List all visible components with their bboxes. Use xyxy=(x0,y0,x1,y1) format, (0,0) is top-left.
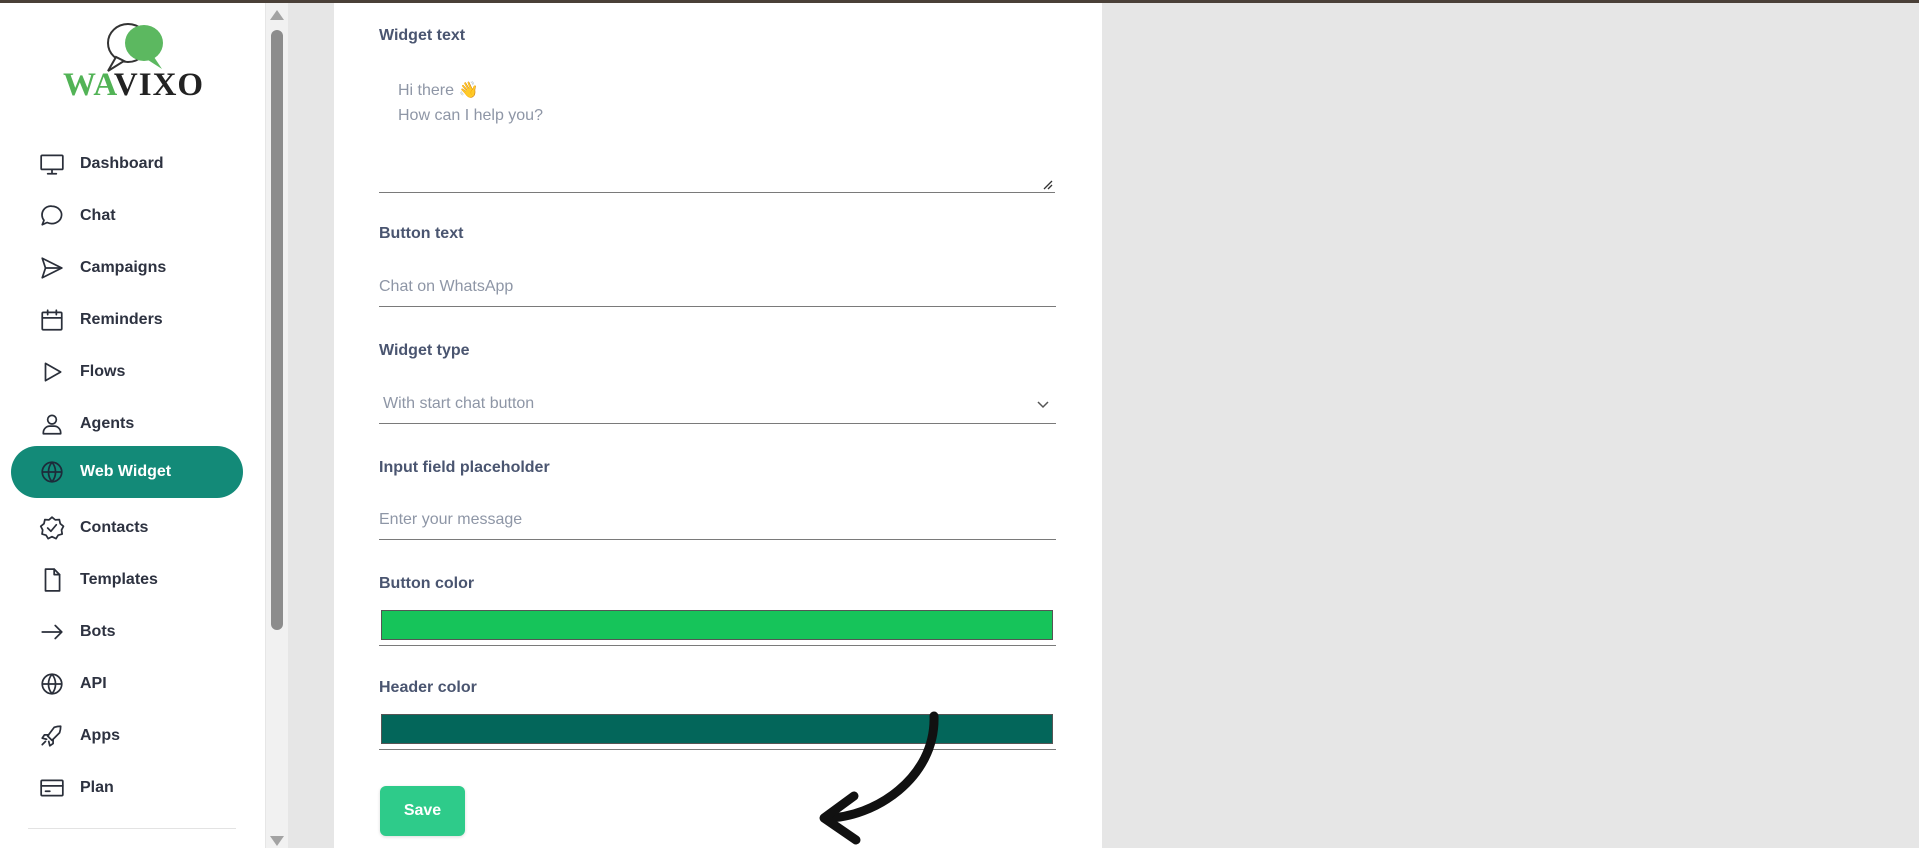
widget-text-textarea[interactable]: Hi there 👋 How can I help you? xyxy=(379,60,1055,193)
sidebar-item-label: Contacts xyxy=(80,519,149,536)
sidebar-item-flows[interactable]: Flows xyxy=(11,346,243,398)
sidebar-item-chat[interactable]: Chat xyxy=(11,190,243,242)
widget-text-line-1: Hi there 👋 xyxy=(398,82,479,99)
content-background xyxy=(288,3,334,848)
input-placeholder-input[interactable]: Enter your message xyxy=(379,500,1056,540)
badge-check-icon xyxy=(38,514,66,542)
sidebar-item-label: API xyxy=(80,675,107,692)
widget-settings-panel: Widget text Hi there 👋 How can I help yo… xyxy=(334,3,1102,848)
sidebar-item-web-widget[interactable]: Web Widget xyxy=(11,446,243,498)
sidebar-item-label: Web Widget xyxy=(80,463,172,480)
widget-type-select[interactable]: With start chat button xyxy=(379,384,1056,424)
sidebar-divider xyxy=(28,828,236,829)
widget-type-label: Widget type xyxy=(379,342,470,359)
sidebar-item-label: Agents xyxy=(80,415,135,432)
button-text-input[interactable]: Chat on WhatsApp xyxy=(379,267,1056,307)
sidebar-item-bots[interactable]: Bots xyxy=(11,606,243,658)
play-icon xyxy=(38,358,66,386)
sidebar-item-label: Templates xyxy=(80,571,158,588)
sidebar-item-contacts[interactable]: Contacts xyxy=(11,502,243,554)
chevron-down-icon xyxy=(1037,401,1049,409)
sidebar-item-templates[interactable]: Templates xyxy=(11,554,243,606)
sidebar-item-dashboard[interactable]: Dashboard xyxy=(11,138,243,190)
file-icon xyxy=(38,566,66,594)
brand-wordmark: WAVIXO xyxy=(63,67,205,103)
input-placeholder-label: Input field placeholder xyxy=(379,459,550,476)
button-color-picker[interactable] xyxy=(379,608,1056,646)
save-button[interactable]: Save xyxy=(380,786,465,836)
send-icon xyxy=(38,254,66,282)
globe-icon xyxy=(38,670,66,698)
sidebar-item-plan[interactable]: Plan xyxy=(11,762,243,814)
sidebar-item-api[interactable]: API xyxy=(11,658,243,710)
sidebar: WAVIXO Dashboard Chat Campaigns Reminder… xyxy=(0,3,265,848)
button-color-label: Button color xyxy=(379,575,475,592)
sidebar-item-apps[interactable]: Apps xyxy=(11,710,243,762)
sidebar-item-label: Dashboard xyxy=(80,155,164,172)
widget-type-selected-value: With start chat button xyxy=(383,394,535,412)
credit-card-icon xyxy=(38,774,66,802)
sidebar-item-reminders[interactable]: Reminders xyxy=(11,294,243,346)
scroll-down-arrow-icon[interactable] xyxy=(270,836,284,846)
logo: WAVIXO xyxy=(60,21,210,105)
resize-handle-icon[interactable] xyxy=(1041,178,1053,190)
sidebar-item-label: Plan xyxy=(80,779,114,796)
button-text-label: Button text xyxy=(379,225,464,242)
arrow-right-icon xyxy=(38,618,66,646)
widget-text-label: Widget text xyxy=(379,27,466,44)
globe-icon xyxy=(38,458,66,486)
sidebar-item-agents[interactable]: Agents xyxy=(11,398,243,450)
sidebar-item-label: Chat xyxy=(80,207,116,224)
scroll-up-arrow-icon[interactable] xyxy=(270,10,284,20)
sidebar-item-label: Apps xyxy=(80,727,120,744)
chat-bubble-icon xyxy=(38,202,66,230)
annotation-arrow-icon xyxy=(819,711,939,845)
sidebar-item-label: Campaigns xyxy=(80,259,167,276)
sidebar-item-label: Flows xyxy=(80,363,126,380)
monitor-icon xyxy=(38,150,66,178)
sidebar-item-label: Bots xyxy=(80,623,116,640)
calendar-icon xyxy=(38,306,66,334)
header-color-picker[interactable] xyxy=(379,712,1056,750)
rocket-icon xyxy=(38,722,66,750)
user-icon xyxy=(38,410,66,438)
header-color-label: Header color xyxy=(379,679,477,696)
sidebar-item-label: Reminders xyxy=(80,311,163,328)
widget-text-line-2: How can I help you? xyxy=(398,107,543,124)
button-color-swatch[interactable] xyxy=(381,610,1053,640)
chat-bubbles-logo-icon xyxy=(107,23,163,72)
sidebar-scrollbar-thumb[interactable] xyxy=(271,30,283,630)
sidebar-item-campaigns[interactable]: Campaigns xyxy=(11,242,243,294)
